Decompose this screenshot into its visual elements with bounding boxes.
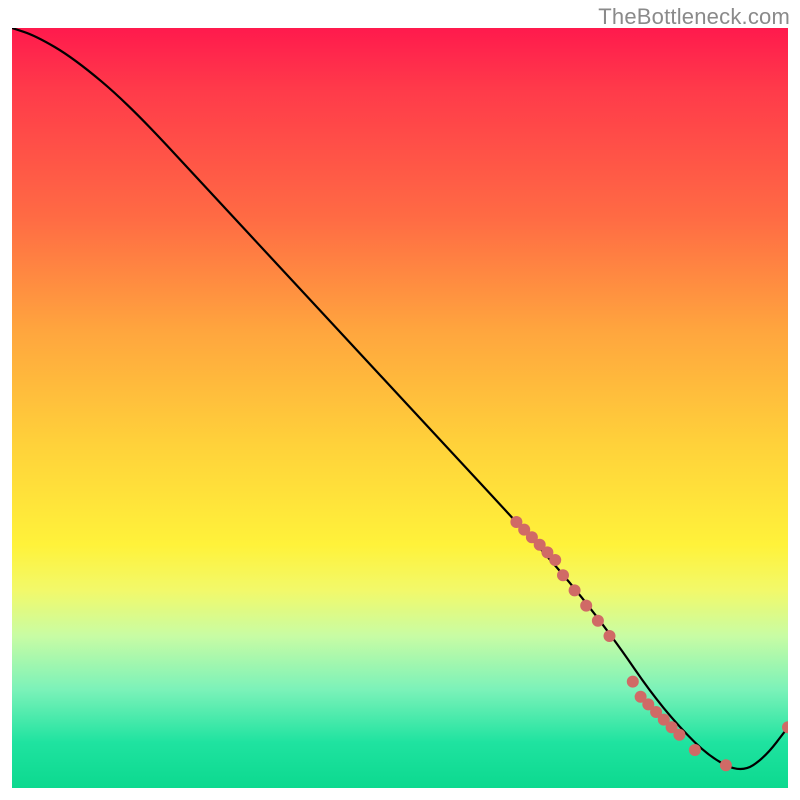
curve-svg: [12, 28, 788, 788]
data-marker: [580, 600, 592, 612]
data-marker: [782, 721, 788, 733]
data-marker: [666, 721, 678, 733]
bottleneck-curve: [12, 28, 788, 769]
data-marker: [541, 546, 553, 558]
data-marker: [689, 744, 701, 756]
data-marker: [720, 759, 732, 771]
data-marker: [592, 615, 604, 627]
data-marker: [650, 706, 662, 718]
marker-group: [510, 516, 788, 771]
data-marker: [604, 630, 616, 642]
chart-stage: TheBottleneck.com: [0, 0, 800, 800]
data-marker: [635, 691, 647, 703]
data-marker: [673, 729, 685, 741]
data-marker: [526, 531, 538, 543]
plot-area: [12, 28, 788, 788]
data-marker: [534, 539, 546, 551]
data-marker: [549, 554, 561, 566]
data-marker: [627, 676, 639, 688]
data-marker: [518, 524, 530, 536]
data-marker: [569, 584, 581, 596]
watermark-label: TheBottleneck.com: [598, 4, 790, 30]
data-marker: [510, 516, 522, 528]
data-marker: [658, 714, 670, 726]
data-marker: [557, 569, 569, 581]
data-marker: [642, 698, 654, 710]
